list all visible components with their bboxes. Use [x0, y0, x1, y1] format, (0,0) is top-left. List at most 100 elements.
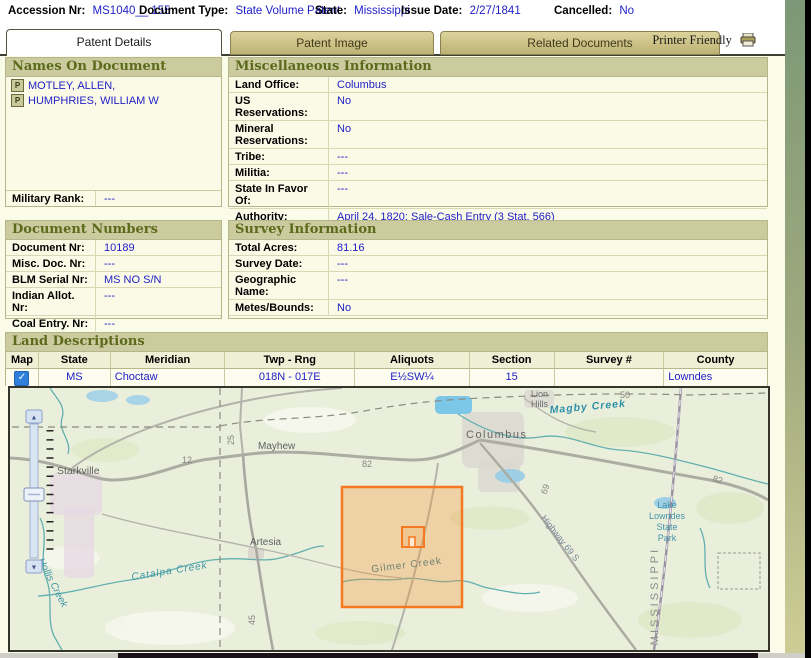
geographic-name-row: Geographic Name: --- — [229, 272, 767, 300]
field-value: MS NO S/N — [96, 272, 167, 287]
page: Accession Nr: MS1040__.155 Document Type… — [0, 0, 785, 658]
misc-info-title: Miscellaneous Information — [229, 58, 767, 77]
lake-lowndes-label2: Lowndes — [649, 511, 686, 521]
military-rank-value: --- — [96, 191, 121, 206]
mississippi-label: MISSISSIPPI — [649, 547, 661, 645]
state-label: State: — [315, 5, 347, 17]
zoom-in-icon: ▲ — [31, 415, 38, 422]
browser-viewport: Accession Nr: MS1040__.155 Document Type… — [0, 0, 811, 658]
bottom-edge-bar — [0, 653, 805, 658]
col-meridian: Meridian — [111, 352, 226, 369]
doc-type-field: Document Type: State Volume Patent — [139, 5, 340, 17]
field-value: --- — [96, 256, 121, 271]
printer-friendly-link[interactable]: Printer Friendly — [652, 33, 757, 51]
route-82-west-label: 82 — [362, 459, 372, 469]
col-map: Map — [6, 352, 39, 369]
col-twp-rng: Twp - Rng — [225, 352, 355, 369]
field-label: Militia: — [229, 165, 329, 180]
field-value: --- — [96, 288, 121, 315]
field-value: --- — [329, 165, 354, 180]
route-50-label: 50 — [620, 390, 630, 400]
cancelled-value: No — [619, 5, 634, 17]
field-value: --- — [329, 181, 354, 208]
field-label: US Reservations: — [229, 93, 329, 120]
lake-lowndes-label1: Lake — [657, 500, 677, 510]
militia-row: Militia: --- — [229, 165, 767, 181]
field-value: --- — [96, 316, 121, 331]
land-parcel-highlight — [342, 487, 462, 607]
blm-serial-nr-row: BLM Serial Nr: MS NO S/N — [6, 272, 221, 288]
names-panel-title: Names On Document — [6, 58, 221, 77]
land-table-header: Map State Meridian Twp - Rng Aliquots Se… — [6, 352, 767, 369]
field-label: Tribe: — [229, 149, 329, 164]
col-aliquots: Aliquots — [355, 352, 470, 369]
survey-date-row: Survey Date: --- — [229, 256, 767, 272]
field-value: Columbus — [329, 77, 393, 92]
patentee-icon: P — [11, 94, 24, 107]
lake-lowndes-label4: Park — [658, 533, 677, 543]
accession-label: Accession Nr: — [8, 5, 85, 17]
mineral-reservations-row: Mineral Reservations: No — [229, 121, 767, 149]
names-panel: Names On Document P MOTLEY, ALLEN, P HUM… — [5, 57, 222, 207]
printer-icon — [740, 33, 757, 51]
patentee-row: P HUMPHRIES, WILLIAM W — [6, 92, 221, 107]
mayhew-label: Mayhew — [258, 441, 296, 452]
patentee-row: P MOTLEY, ALLEN, — [6, 77, 221, 92]
survey-info-title: Survey Information — [229, 221, 767, 240]
route-45-label: 45 — [247, 615, 257, 625]
military-rank-label: Military Rank: — [6, 191, 96, 206]
document-nr-row: Document Nr: 10189 — [6, 240, 221, 256]
total-acres-row: Total Acres: 81.16 — [229, 240, 767, 256]
map-canvas[interactable]: Starkville Mayhew Columbus Artesia Lion … — [10, 388, 768, 650]
indian-allot-nr-row: Indian Allot. Nr: --- — [6, 288, 221, 316]
field-value: --- — [329, 272, 354, 299]
field-label: Metes/Bounds: — [229, 300, 329, 315]
field-label: State In Favor Of: — [229, 181, 329, 208]
patentee-name-link[interactable]: MOTLEY, ALLEN, — [28, 80, 115, 92]
patentee-icon: P — [11, 79, 24, 92]
lion-hills-label: Lion — [531, 389, 548, 399]
field-label: Geographic Name: — [229, 272, 329, 299]
survey-info-panel: Survey Information Total Acres: 81.16 Su… — [228, 220, 768, 319]
map-container[interactable]: Starkville Mayhew Columbus Artesia Lion … — [8, 386, 770, 652]
aliquot-highlight — [409, 537, 415, 547]
misc-info-panel: Miscellaneous Information Land Office: C… — [228, 57, 768, 207]
field-label: Indian Allot. Nr: — [6, 288, 96, 315]
military-rank-row: Military Rank: --- — [6, 190, 221, 206]
printer-friendly-label: Printer Friendly — [652, 33, 732, 47]
field-label: Survey Date: — [229, 256, 329, 271]
state-field: State: Mississippi — [315, 5, 410, 17]
issue-date-field: Issue Date: 2/27/1841 — [401, 5, 521, 17]
field-label: Total Acres: — [229, 240, 329, 255]
route-25-label: 25 — [226, 435, 236, 445]
lion-hills-label2: Hills — [531, 399, 548, 409]
page-edge-strip — [785, 0, 805, 658]
starkville-label: Starkville — [57, 465, 100, 477]
tab-patent-image[interactable]: Patent Image — [230, 31, 434, 55]
patentee-name-link[interactable]: HUMPHRIES, WILLIAM W — [28, 95, 159, 107]
col-county: County — [664, 352, 767, 369]
field-value: --- — [329, 256, 354, 271]
field-label: Mineral Reservations: — [229, 121, 329, 148]
field-value: 10189 — [96, 240, 141, 255]
cancelled-label: Cancelled: — [554, 5, 612, 17]
issue-date-value: 2/27/1841 — [470, 5, 521, 17]
field-value: No — [329, 93, 357, 120]
bottom-edge-dark-segment — [118, 653, 758, 658]
zoom-out-icon: ▼ — [31, 565, 38, 572]
field-label: Misc. Doc. Nr: — [6, 256, 96, 271]
cancelled-field: Cancelled: No — [554, 5, 634, 17]
map-checkbox[interactable]: ✓ — [14, 371, 29, 386]
metes-bounds-row: Metes/Bounds: No — [229, 300, 767, 316]
col-survey-num: Survey # — [555, 352, 665, 369]
tribe-row: Tribe: --- — [229, 149, 767, 165]
lake-lowndes-label3: State — [656, 522, 677, 532]
tab-patent-details[interactable]: Patent Details — [6, 29, 222, 56]
field-label: BLM Serial Nr: — [6, 272, 96, 287]
field-value: 81.16 — [329, 240, 371, 255]
screen-edge — [805, 0, 811, 658]
land-descriptions-title: Land Descriptions — [6, 333, 767, 352]
us-reservations-row: US Reservations: No — [229, 93, 767, 121]
coal-entry-nr-row: Coal Entry. Nr: --- — [6, 316, 221, 331]
field-value: --- — [329, 149, 354, 164]
